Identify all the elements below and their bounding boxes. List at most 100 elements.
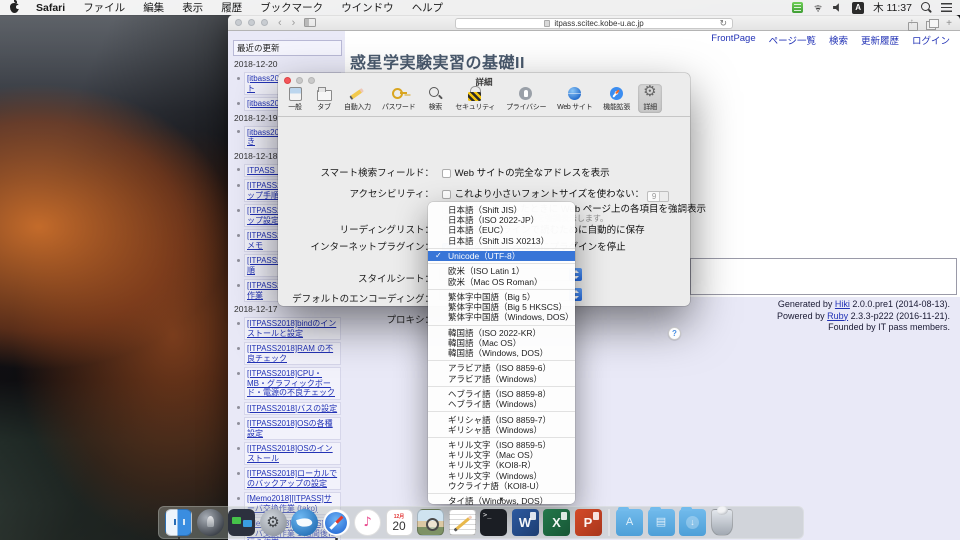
menu-clock[interactable]: 木 11:37 bbox=[873, 0, 912, 15]
prefs-tab-search[interactable]: 検索 bbox=[423, 84, 447, 113]
apple-menu-icon[interactable] bbox=[10, 3, 19, 13]
prefs-tab-privacy[interactable]: プライバシー bbox=[503, 84, 549, 113]
prefs-tab-extensions[interactable]: 機能拡張 bbox=[600, 84, 633, 113]
notification-center-icon[interactable] bbox=[941, 3, 952, 12]
sidebar-entry[interactable]: 2018-12-18 bbox=[234, 151, 277, 161]
enc-option[interactable]: 日本語（Shift JIS X0213） bbox=[428, 236, 575, 246]
enc-separator[interactable] bbox=[428, 386, 575, 387]
enc-option[interactable]: キリル文字（ISO 8859-5） bbox=[428, 440, 575, 450]
enc-separator[interactable] bbox=[428, 411, 575, 412]
forward-button[interactable]: › bbox=[292, 18, 296, 28]
enc-option[interactable]: キリル文字（Mac OS） bbox=[428, 450, 575, 460]
close-button[interactable] bbox=[235, 19, 242, 26]
sidebar-entry[interactable]: [ITPASS2018]OSのインストール bbox=[244, 442, 341, 465]
enc-option[interactable]: ギリシャ語（Windows） bbox=[428, 425, 575, 435]
dock-folder-downloads[interactable]: ↓ bbox=[679, 509, 706, 536]
tab-overview-icon[interactable] bbox=[926, 19, 937, 28]
enc-option[interactable]: ギリシャ語（ISO 8859-7） bbox=[428, 415, 575, 425]
menu-history[interactable]: 履歴 bbox=[212, 2, 251, 14]
dock-launchpad[interactable] bbox=[197, 509, 224, 536]
prefs-tab-tabs[interactable]: タブ bbox=[312, 84, 336, 113]
prefs-tab-general[interactable]: 一般 bbox=[283, 84, 307, 113]
enc-option[interactable]: 韓国語（Windows, DOS） bbox=[428, 348, 575, 358]
prefs-tab-websites[interactable]: Web サイト bbox=[554, 84, 595, 113]
dock-safari[interactable] bbox=[323, 509, 350, 536]
enc-option[interactable]: ヘブライ語（Windows） bbox=[428, 399, 575, 409]
url-field[interactable]: itpass.scitec.kobe-u.ac.jp ↻ bbox=[455, 18, 733, 29]
enc-option-selected[interactable]: Unicode（UTF-8） bbox=[428, 251, 575, 261]
volume-icon[interactable] bbox=[833, 3, 843, 13]
enc-separator[interactable] bbox=[428, 248, 575, 249]
prefs-tab-autofill[interactable]: 自動入力 bbox=[341, 84, 374, 113]
reload-icon[interactable]: ↻ bbox=[719, 19, 727, 29]
back-button[interactable]: ‹ bbox=[278, 18, 282, 28]
dock-calendar[interactable]: 12月 20 bbox=[386, 509, 413, 536]
menu-file[interactable]: ファイル bbox=[74, 2, 134, 14]
menu-view[interactable]: 表示 bbox=[173, 2, 212, 14]
dock-word[interactable]: W bbox=[512, 509, 539, 536]
dock-terminal[interactable]: >_ bbox=[480, 509, 507, 536]
sidebar-entry[interactable]: [ITPASS2018]バスの設定 bbox=[244, 402, 341, 416]
nav-pagelist[interactable]: ページ一覧 bbox=[769, 33, 816, 47]
nav-login[interactable]: ログイン bbox=[912, 33, 950, 47]
enc-option[interactable]: 韓国語（ISO 2022-KR） bbox=[428, 328, 575, 338]
minimize-button[interactable] bbox=[248, 19, 255, 26]
dock-trash[interactable] bbox=[711, 509, 733, 536]
enc-option[interactable]: キリル文字（KOI8-R） bbox=[428, 460, 575, 470]
dock-folder-documents[interactable]: ▤ bbox=[648, 509, 675, 536]
dock-folder-applications[interactable]: A bbox=[616, 509, 643, 536]
dock-itunes[interactable]: ♪ bbox=[354, 509, 381, 536]
enc-separator[interactable] bbox=[428, 263, 575, 264]
input-source-icon[interactable]: A bbox=[852, 2, 864, 14]
menu-safari[interactable]: Safari bbox=[27, 2, 74, 14]
enc-option[interactable]: 日本語（Shift JIS） bbox=[428, 205, 575, 215]
sidebar-entry[interactable]: 2018-12-20 bbox=[234, 59, 277, 69]
prefs-tab-passwords[interactable]: パスワード bbox=[379, 84, 419, 113]
dock-textedit[interactable] bbox=[449, 509, 476, 536]
enc-option[interactable]: アラビア語（ISO 8859-6） bbox=[428, 363, 575, 373]
sidebar-entry[interactable]: 2018-12-17 bbox=[234, 304, 277, 314]
sidebar-entry[interactable]: [ITPASS2018]ローカルでのバックアップの設定 bbox=[244, 467, 341, 490]
dock-powerpoint[interactable]: P bbox=[575, 509, 602, 536]
dock-preview[interactable] bbox=[417, 509, 444, 536]
ruby-link[interactable]: Ruby bbox=[827, 311, 848, 321]
spotlight-icon[interactable] bbox=[921, 2, 932, 13]
menu-edit[interactable]: 編集 bbox=[134, 2, 173, 14]
scroll-down-arrow-icon[interactable]: ▼ bbox=[428, 497, 575, 503]
sidebar-entry[interactable]: [ITPASS2018]CPU・MB・グラフィックボード・電源の不良チェック bbox=[244, 367, 341, 400]
share-icon[interactable] bbox=[907, 19, 917, 29]
enc-option[interactable]: 欧米（Mac OS Roman） bbox=[428, 277, 575, 287]
prefs-tab-security[interactable]: セキュリティ bbox=[452, 84, 498, 113]
nav-history[interactable]: 更新履歴 bbox=[861, 33, 899, 47]
hiki-link[interactable]: Hiki bbox=[835, 299, 850, 309]
enc-option[interactable]: 繁体字中国語（Big 5 HKSCS） bbox=[428, 302, 575, 312]
prefs-tab-advanced[interactable]: 詳細 bbox=[638, 84, 662, 113]
menu-window[interactable]: ウインドウ bbox=[332, 2, 403, 14]
enc-option[interactable]: ウクライナ語（KOI8-U） bbox=[428, 481, 575, 491]
sidebar-toggle-icon[interactable] bbox=[304, 18, 316, 27]
enc-option[interactable]: 欧米（ISO Latin 1） bbox=[428, 266, 575, 276]
dock-thunderbird[interactable] bbox=[291, 509, 318, 536]
dock-separator[interactable] bbox=[608, 509, 610, 536]
new-tab-button[interactable]: + bbox=[946, 18, 952, 29]
sidebar-entry[interactable]: [ITPASS2018]OSの各種設定 bbox=[244, 417, 341, 440]
enc-separator[interactable] bbox=[428, 289, 575, 290]
enc-option[interactable]: 日本語（ISO 2022-JP） bbox=[428, 215, 575, 225]
enc-option[interactable]: キリル文字（Windows） bbox=[428, 471, 575, 481]
show-full-address-checkbox[interactable] bbox=[442, 169, 451, 178]
dock-finder[interactable] bbox=[165, 509, 192, 536]
menu-help[interactable]: ヘルプ bbox=[403, 2, 453, 14]
enc-separator[interactable] bbox=[428, 325, 575, 326]
enc-separator[interactable] bbox=[428, 493, 575, 494]
dock-mission-control[interactable] bbox=[228, 509, 255, 536]
enc-option[interactable]: アラビア語（Windows） bbox=[428, 374, 575, 384]
enc-separator[interactable] bbox=[428, 360, 575, 361]
enc-option[interactable]: 韓国語（Mac OS） bbox=[428, 338, 575, 348]
zoom-button[interactable] bbox=[261, 19, 268, 26]
min-font-size-checkbox[interactable] bbox=[442, 190, 451, 199]
nav-frontpage[interactable]: FrontPage bbox=[711, 33, 755, 47]
enc-option[interactable]: ヘブライ語（ISO 8859-8） bbox=[428, 389, 575, 399]
help-button[interactable]: ? bbox=[668, 327, 681, 340]
enc-separator[interactable] bbox=[428, 437, 575, 438]
nav-search[interactable]: 検索 bbox=[829, 33, 848, 47]
